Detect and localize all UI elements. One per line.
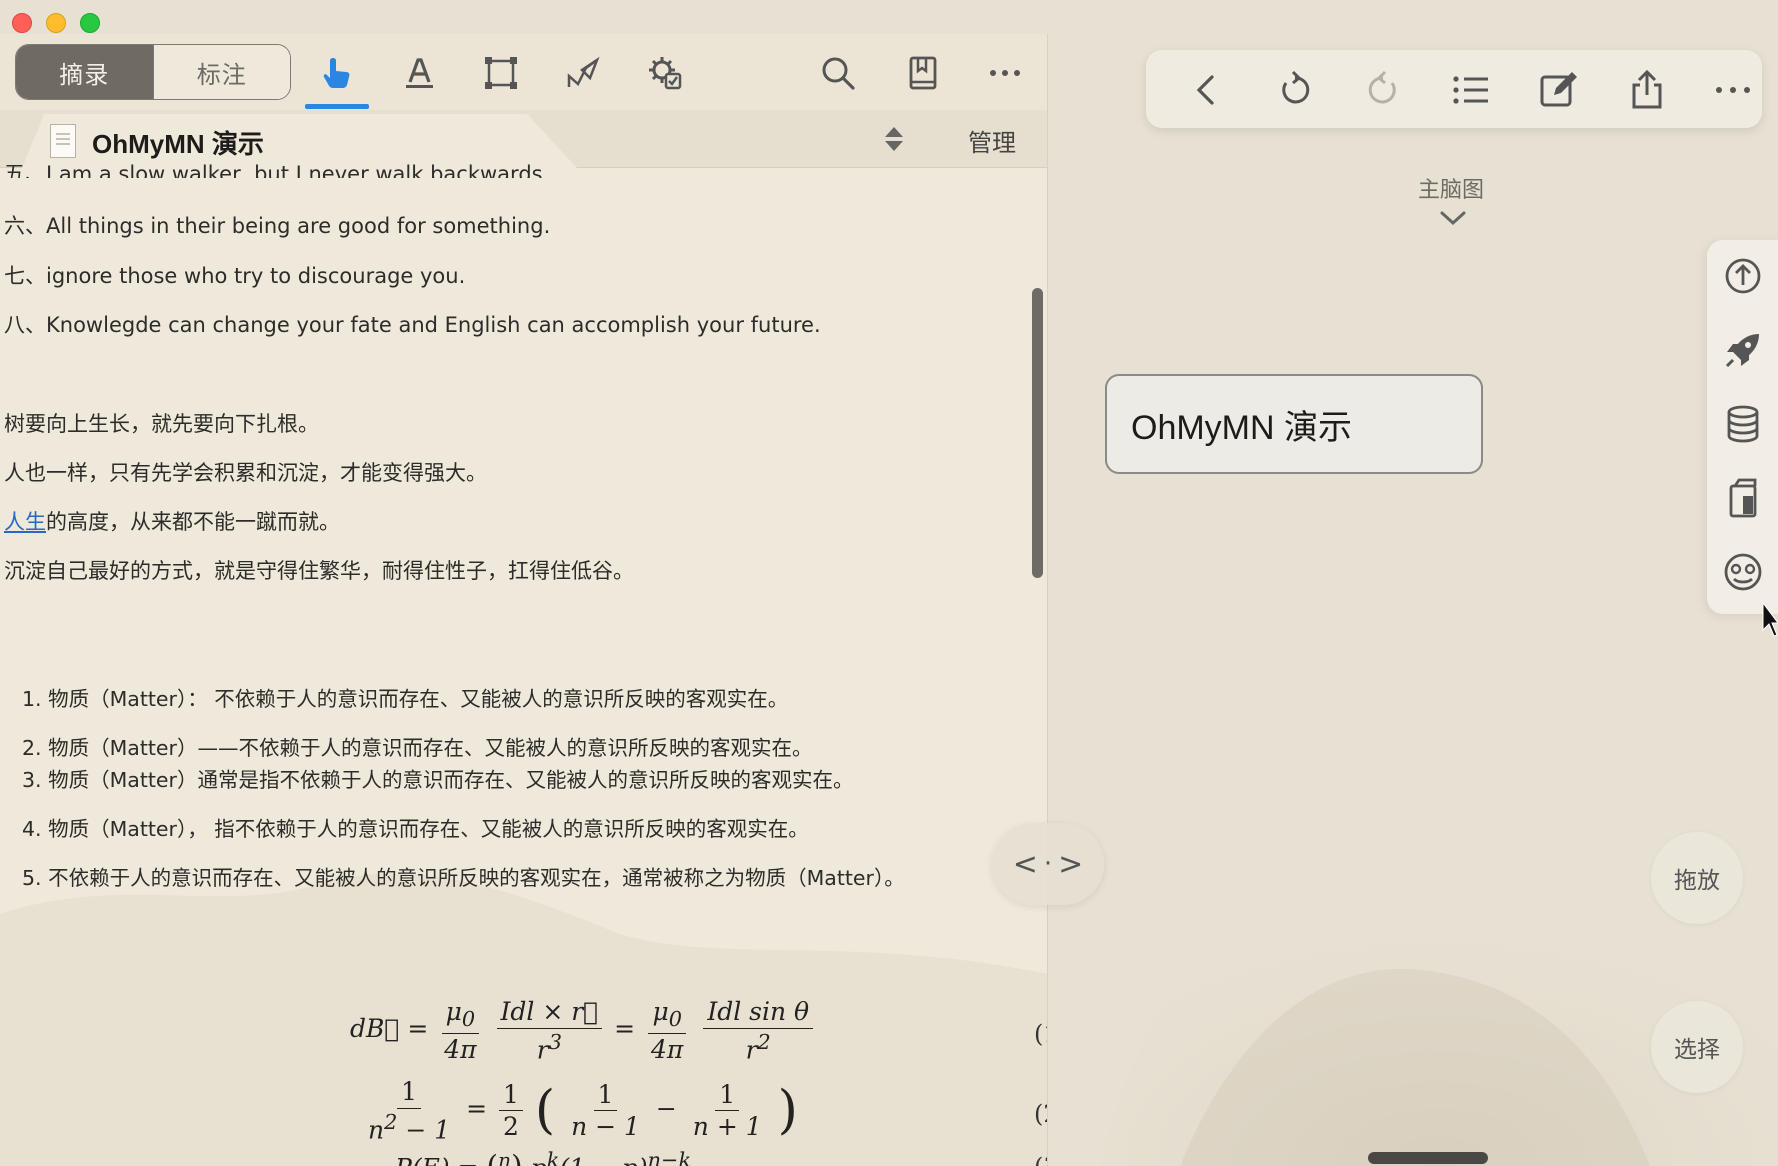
text-line: 七、ignore those who try to discourage you…: [4, 264, 466, 288]
list-item: 3. 物质（Matter）通常是指不依赖于人的意识而存在、又能被人的意识所反映的…: [22, 768, 854, 792]
hand-pointer-tool[interactable]: [312, 48, 362, 98]
mindmap-title[interactable]: 主脑图: [1418, 172, 1484, 204]
text-line: 树要向上生长，就先要向下扎根。: [4, 412, 319, 436]
database-icon[interactable]: [1723, 404, 1763, 444]
text-line-with-link: 人生的高度，从来都不能一蹴而就。: [4, 506, 340, 536]
drag-drop-button[interactable]: 拖放: [1651, 832, 1743, 924]
pen-draw-icon: [567, 56, 600, 87]
mouse-cursor-icon: [1762, 602, 1778, 637]
undo-icon[interactable]: [1274, 69, 1316, 111]
gear-check-icon: [649, 57, 682, 90]
sort-arrows-icon[interactable]: [880, 124, 908, 154]
text-line: 八、Knowlegde can change your fate and Eng…: [4, 313, 821, 337]
back-chevron-icon[interactable]: [1186, 69, 1228, 111]
outline-list-icon[interactable]: [1450, 69, 1492, 111]
rectangle-select-icon: [485, 57, 517, 89]
document-icon: [50, 124, 76, 158]
text-line: 五、I am a slow walker, but I never walk b…: [4, 162, 550, 178]
document-content: 五、I am a slow walker, but I never walk b…: [0, 162, 1047, 1166]
book-bookmark-icon: [909, 56, 937, 90]
select-button[interactable]: 选择: [1651, 1001, 1743, 1093]
active-tool-indicator: [305, 104, 369, 109]
formula-biot-savart: dB⃗ = μ0 4π Idl × r⃗ r3 = μ0 4π Idl sin θ r2: [350, 998, 817, 1063]
chevron-down-icon[interactable]: [1438, 208, 1468, 228]
freehand-draw-tool[interactable]: [558, 48, 608, 98]
share-icon[interactable]: [1626, 69, 1668, 111]
document-scrollbar[interactable]: [1032, 288, 1043, 578]
text-line: 六、All things in their being are good for…: [4, 214, 551, 238]
smiley-icon[interactable]: [1723, 552, 1763, 592]
text-line: 沉淀自己最好的方式，就是守得住繁华，耐得住性子，扛得住低谷。: [4, 559, 634, 583]
redo-icon[interactable]: [1362, 69, 1404, 111]
list-item: 4. 物质（Matter）， 指不依赖于人的意识而存在、又能被人的意识所反映的客…: [22, 817, 809, 841]
document-toolbar: 摘录 标注: [0, 34, 1047, 110]
upload-icon[interactable]: [1723, 256, 1763, 296]
hand-pointer-icon: [323, 58, 350, 88]
page-dot: ·: [1043, 849, 1053, 879]
formula-binomial: P(E) = (n) pk(1 − p)n−k: [395, 1148, 692, 1166]
mindmap-node-label: OhMyMN 演示: [1131, 408, 1352, 447]
bookmark-button[interactable]: [898, 48, 948, 98]
annotate-tab[interactable]: 标注: [152, 45, 290, 99]
edit-note-icon[interactable]: [1538, 69, 1580, 111]
rectangle-select-tool[interactable]: [476, 48, 526, 98]
list-item: 1. 物质（Matter）： 不依赖于人的意识而存在、又能被人的意识所反映的客观…: [22, 687, 789, 711]
rocket-icon[interactable]: [1723, 330, 1763, 370]
mindmap-toolbar: [1146, 50, 1762, 128]
home-indicator: [1368, 1152, 1488, 1164]
text-line: 人也一样，只有先学会积累和沉淀，才能变得强大。: [4, 461, 487, 485]
more-button[interactable]: [980, 48, 1030, 98]
battery-box-icon[interactable]: [1723, 478, 1763, 518]
document-panel: 摘录 标注 OhMyMN 演示 管理 五、I am a slow walker,…: [0, 34, 1048, 1166]
list-item: 5. 不依赖于人的意识而存在、又能被人的意识所反映的客观实在，通常被称之为物质（…: [22, 866, 905, 890]
more-dots-icon: [990, 70, 1020, 76]
excerpt-tab[interactable]: 摘录: [16, 45, 153, 99]
equation-number: (2: [1034, 1100, 1047, 1128]
zoom-window-button[interactable]: [80, 13, 100, 33]
previous-page-button[interactable]: <: [1013, 847, 1038, 882]
minimize-window-button[interactable]: [46, 13, 66, 33]
text-highlight-tool[interactable]: [394, 48, 444, 98]
list-item: 2. 物质（Matter）——不依赖于人的意识而存在、又能被人的意识所反映的客观…: [22, 736, 813, 760]
mindmap-node[interactable]: OhMyMN 演示: [1105, 374, 1483, 474]
formula-partial-fraction: 1 n2 − 1 = 12 ( 1n − 1 − 1n + 1 ): [368, 1077, 798, 1144]
more-dots-icon[interactable]: [1712, 69, 1754, 111]
settings-tool[interactable]: [640, 48, 690, 98]
text-underline-icon: [406, 58, 433, 88]
page-navigation: < · >: [992, 823, 1104, 905]
search-button[interactable]: [813, 48, 863, 98]
inline-link[interactable]: 人生: [4, 510, 46, 534]
close-window-button[interactable]: [12, 13, 32, 33]
text-line-rest: 的高度，从来都不能一蹴而就。: [46, 510, 340, 534]
manage-button[interactable]: 管理: [968, 123, 1016, 158]
document-tab-title: OhMyMN 演示: [92, 129, 264, 159]
addon-sidebar: [1707, 240, 1778, 614]
equation-number: (3: [1034, 1153, 1047, 1166]
mode-segmented-control: 摘录 标注: [15, 44, 291, 100]
search-icon: [822, 57, 855, 90]
window-controls: [12, 13, 100, 33]
next-page-button[interactable]: >: [1058, 847, 1083, 882]
equation-number: (1: [1034, 1020, 1047, 1048]
